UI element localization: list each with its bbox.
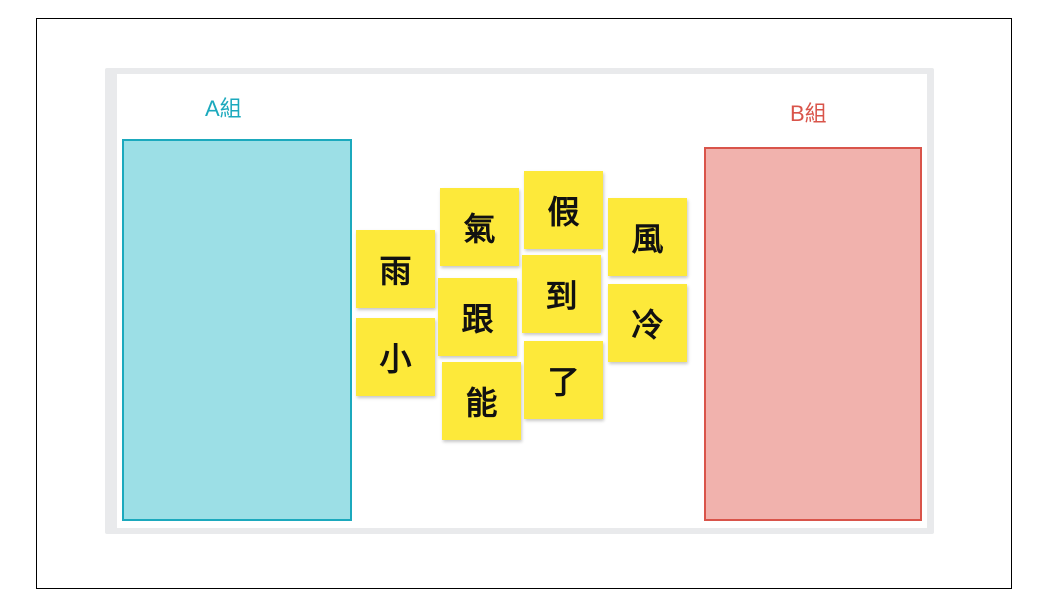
word-card-qi[interactable]: 氣 bbox=[440, 188, 519, 266]
word-card-jia[interactable]: 假 bbox=[524, 171, 603, 249]
word-card-leng[interactable]: 冷 bbox=[608, 284, 687, 362]
group-b-drop-zone[interactable] bbox=[704, 147, 922, 521]
word-card-gen[interactable]: 跟 bbox=[438, 278, 517, 356]
group-a-drop-zone[interactable] bbox=[122, 139, 352, 521]
word-card-yu[interactable]: 雨 bbox=[356, 230, 435, 308]
group-b-label: B組 bbox=[790, 101, 827, 126]
word-card-feng[interactable]: 風 bbox=[608, 198, 687, 276]
word-card-dao[interactable]: 到 bbox=[522, 255, 601, 333]
word-card-le[interactable]: 了 bbox=[524, 341, 603, 419]
word-card-xiao[interactable]: 小 bbox=[356, 318, 435, 396]
word-card-neng[interactable]: 能 bbox=[442, 362, 521, 440]
group-a-label: A組 bbox=[205, 96, 242, 121]
